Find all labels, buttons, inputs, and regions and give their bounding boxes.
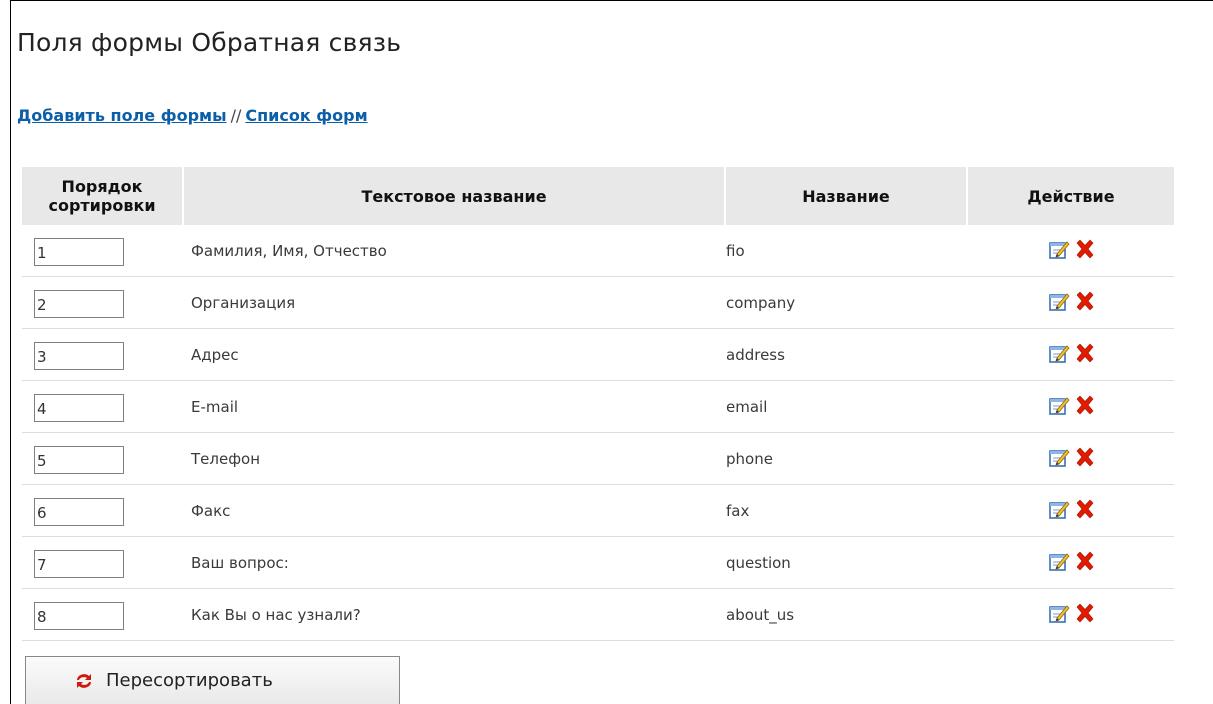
edit-icon[interactable]: [1047, 498, 1071, 522]
text-name-cell: Фамилия, Имя, Отчество: [183, 225, 725, 277]
field-name-cell: question: [725, 536, 967, 589]
sort-order-cell: [22, 225, 183, 277]
field-name-cell: email: [725, 380, 967, 433]
edit-icon[interactable]: [1047, 446, 1071, 470]
sort-order-cell: [22, 484, 183, 537]
sort-order-cell: [22, 328, 183, 381]
header-text-name: Текстовое название: [183, 167, 726, 225]
sort-order-cell: [22, 536, 183, 589]
table-header-row: Порядок сортировки Текстовое название На…: [22, 167, 1174, 225]
delete-icon[interactable]: [1073, 550, 1097, 574]
sort-order-input[interactable]: [34, 289, 124, 318]
field-name-cell: fio: [725, 225, 967, 277]
table-row: Ваш вопрос:question: [22, 536, 1174, 589]
nav-links: Добавить поле формы//Список форм: [17, 106, 368, 125]
table-row: Адресaddress: [22, 328, 1174, 381]
header-name: Название: [725, 167, 968, 225]
delete-icon[interactable]: [1073, 446, 1097, 470]
link-separator: //: [230, 106, 242, 125]
text-name-cell: E-mail: [183, 380, 725, 433]
delete-icon[interactable]: [1073, 238, 1097, 262]
sort-order-input[interactable]: [34, 393, 124, 422]
action-cell: [967, 276, 1174, 329]
table-row: Факсfax: [22, 484, 1174, 537]
edit-icon[interactable]: [1047, 342, 1071, 366]
delete-icon[interactable]: [1073, 290, 1097, 314]
refresh-icon: [74, 671, 94, 691]
edit-icon[interactable]: [1047, 394, 1071, 418]
table-row: Телефонphone: [22, 432, 1174, 485]
edit-icon[interactable]: [1047, 602, 1071, 626]
form-list-link[interactable]: Список форм: [245, 106, 367, 125]
action-cell: [967, 588, 1174, 641]
header-action: Действие: [967, 167, 1174, 225]
delete-icon[interactable]: [1073, 602, 1097, 626]
field-name-cell: company: [725, 276, 967, 329]
table-row: Как Вы о нас узнали?about_us: [22, 588, 1174, 641]
action-cell: [967, 328, 1174, 381]
delete-icon[interactable]: [1073, 394, 1097, 418]
text-name-cell: Как Вы о нас узнали?: [183, 588, 725, 641]
text-name-cell: Организация: [183, 276, 725, 329]
text-name-cell: Ваш вопрос:: [183, 536, 725, 589]
header-sort-order-line2: сортировки: [48, 196, 156, 215]
delete-icon[interactable]: [1073, 342, 1097, 366]
edit-icon[interactable]: [1047, 238, 1071, 262]
sort-order-input[interactable]: [34, 497, 124, 526]
header-sort-order: Порядок сортировки: [22, 167, 184, 225]
delete-icon[interactable]: [1073, 498, 1097, 522]
action-cell: [967, 225, 1174, 277]
sort-order-cell: [22, 432, 183, 485]
action-cell: [967, 380, 1174, 433]
sort-order-input[interactable]: [34, 601, 124, 630]
action-cell: [967, 432, 1174, 485]
edit-icon[interactable]: [1047, 290, 1071, 314]
field-name-cell: phone: [725, 432, 967, 485]
text-name-cell: Факс: [183, 484, 725, 537]
fields-table: Порядок сортировки Текстовое название На…: [22, 167, 1174, 641]
add-field-link[interactable]: Добавить поле формы: [17, 106, 227, 125]
table-row: Организацияcompany: [22, 276, 1174, 329]
header-sort-order-line1: Порядок: [61, 177, 143, 196]
text-name-cell: Адрес: [183, 328, 725, 381]
text-name-cell: Телефон: [183, 432, 725, 485]
table-row: Фамилия, Имя, Отчествоfio: [22, 225, 1174, 277]
action-cell: [967, 484, 1174, 537]
resort-button-label: Пересортировать: [106, 670, 273, 691]
page-title: Поля формы Обратная связь: [17, 28, 402, 57]
resort-button[interactable]: Пересортировать: [25, 656, 400, 704]
sort-order-input[interactable]: [34, 445, 124, 474]
edit-icon[interactable]: [1047, 550, 1071, 574]
sort-order-cell: [22, 276, 183, 329]
sort-order-input[interactable]: [34, 237, 124, 266]
field-name-cell: about_us: [725, 588, 967, 641]
field-name-cell: fax: [725, 484, 967, 537]
action-cell: [967, 536, 1174, 589]
table-row: E-mailemail: [22, 380, 1174, 433]
sort-order-cell: [22, 380, 183, 433]
sort-order-cell: [22, 588, 183, 641]
table-body: Фамилия, Имя, ОтчествоfioОрганизацияcomp…: [22, 225, 1174, 641]
sort-order-input[interactable]: [34, 341, 124, 370]
field-name-cell: address: [725, 328, 967, 381]
sort-order-input[interactable]: [34, 549, 124, 578]
